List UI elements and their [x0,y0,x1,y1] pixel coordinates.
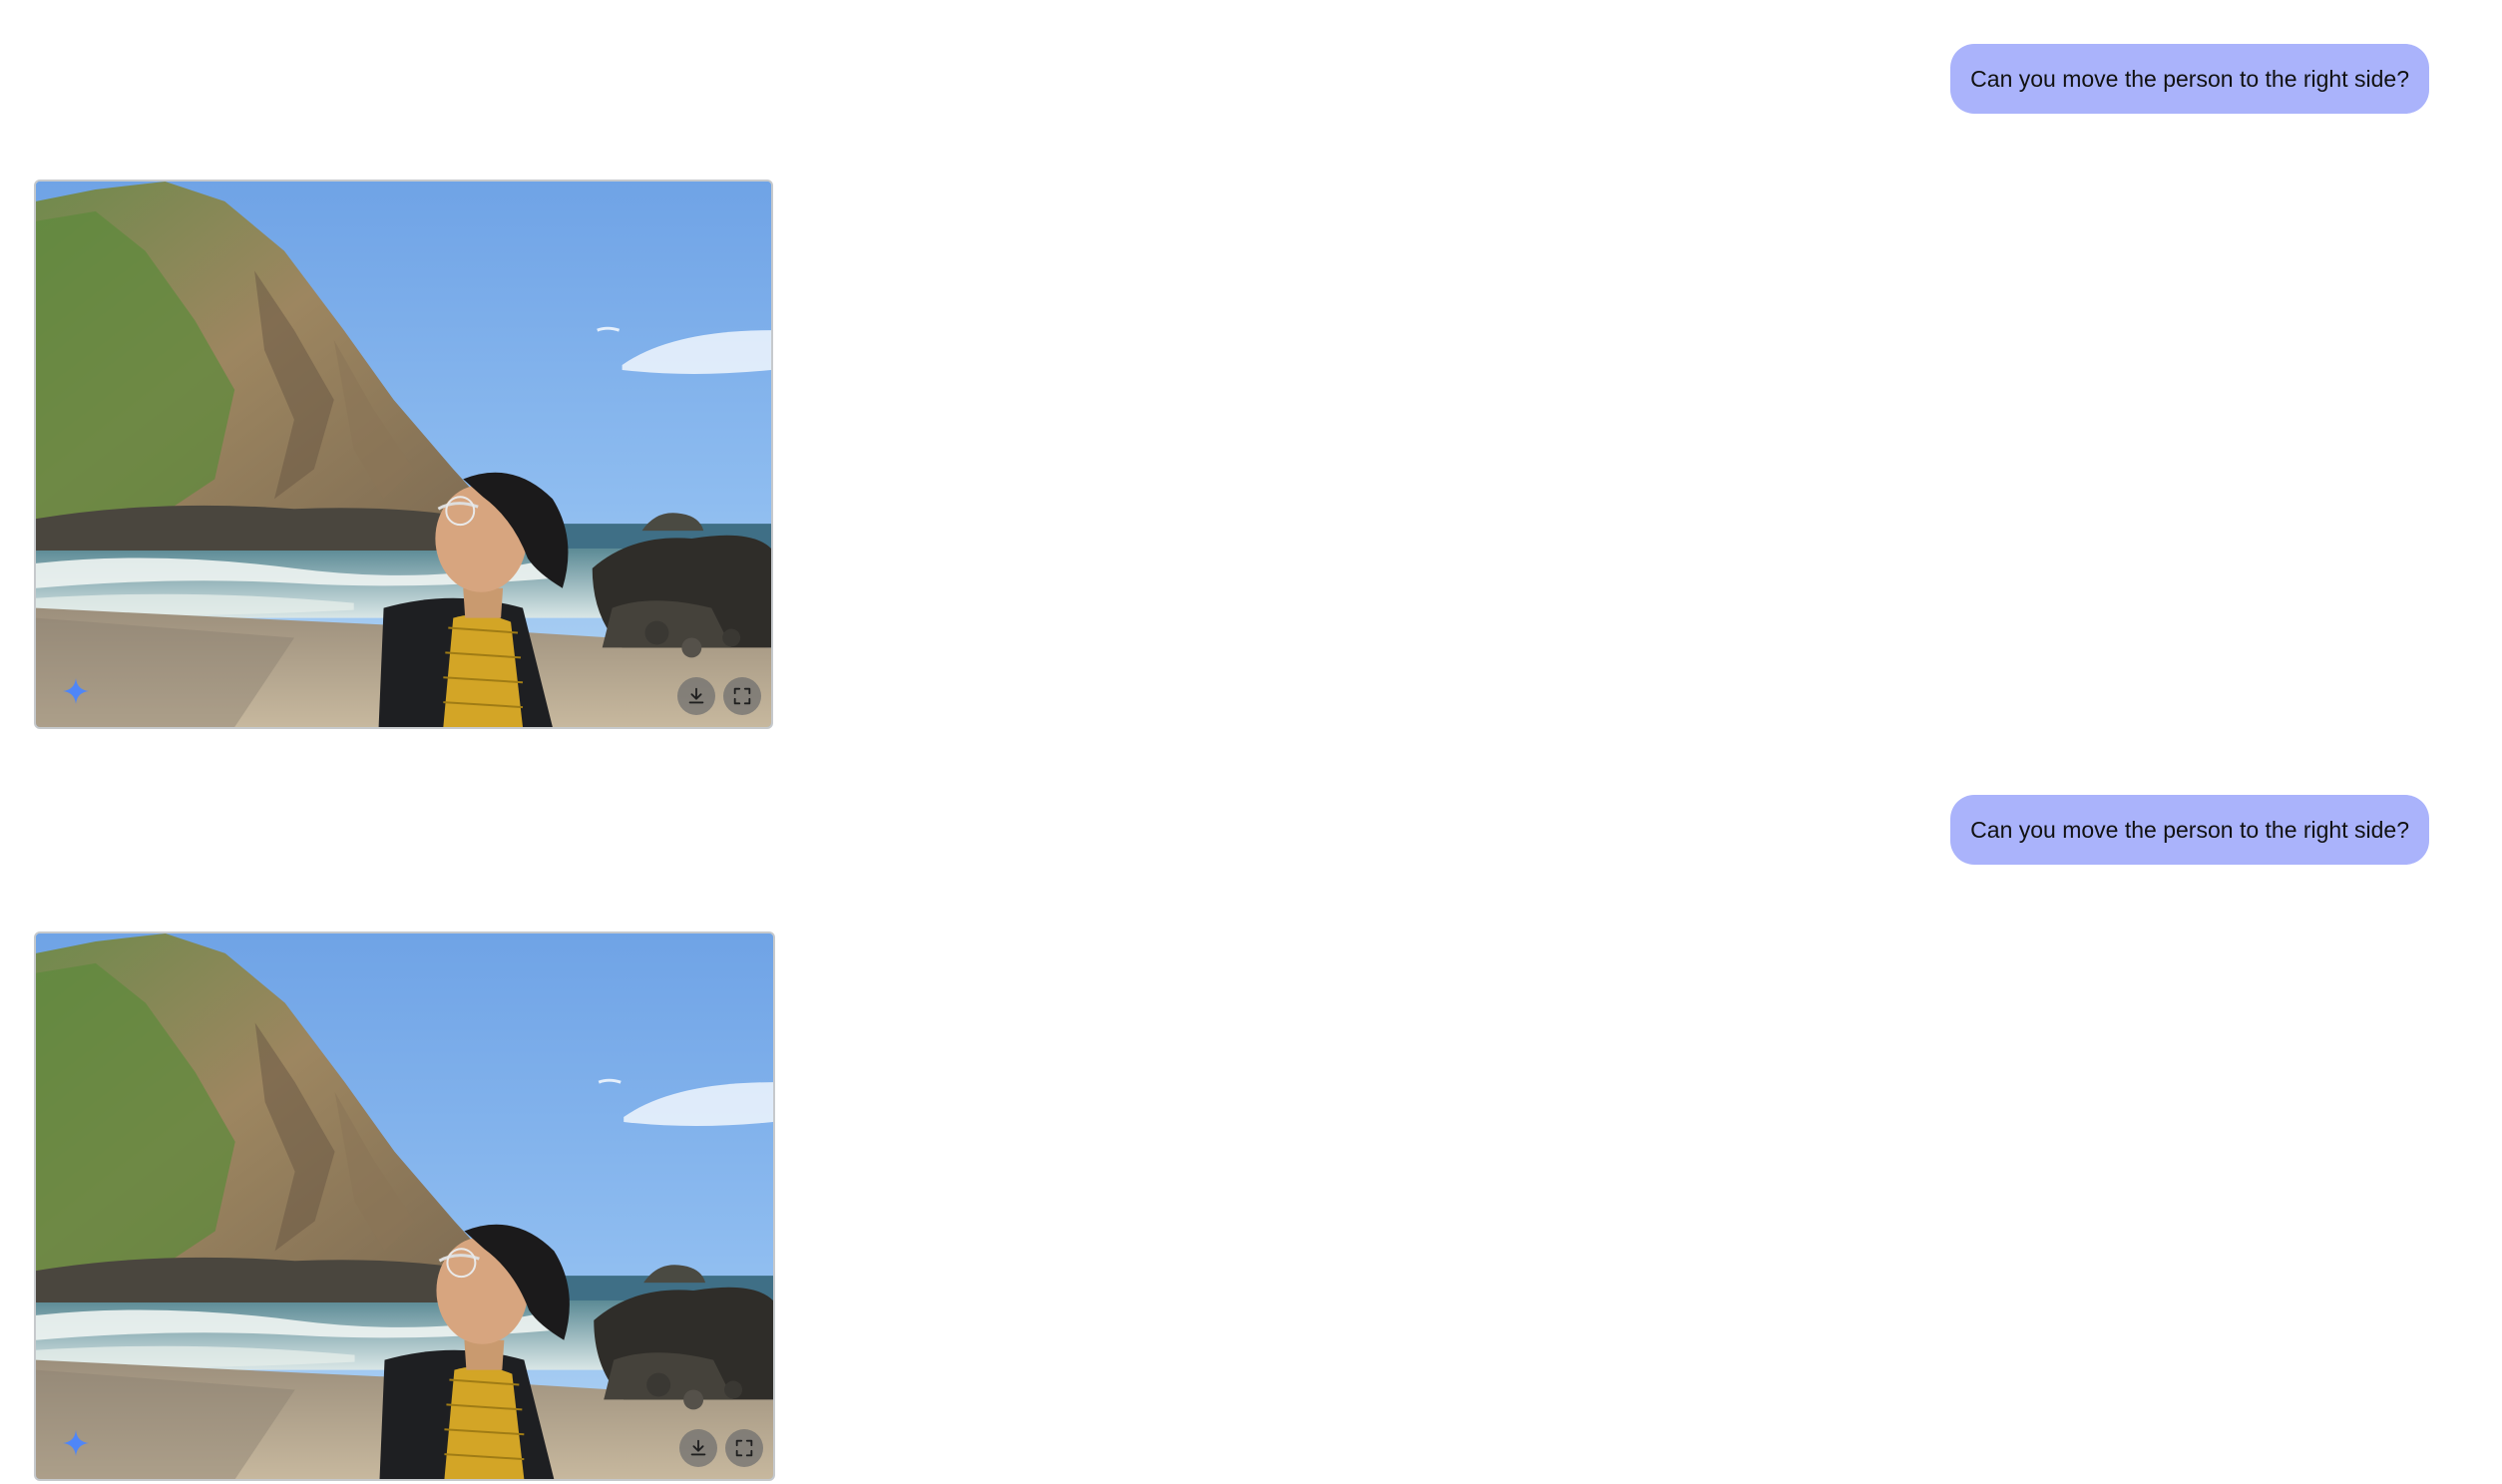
fullscreen-icon [733,687,751,705]
download-icon [688,687,704,704]
generated-beach-image[interactable] [36,933,773,1479]
image-actions [679,1429,763,1467]
download-icon [690,1439,706,1456]
fullscreen-button[interactable] [725,1429,763,1467]
download-button[interactable] [677,677,715,715]
user-message-bubble: Can you move the person to the right sid… [1950,44,2429,114]
sparkle-icon [63,1430,89,1456]
user-message-bubble: Can you move the person to the right sid… [1950,795,2429,865]
generated-image-card[interactable] [34,931,775,1481]
image-actions [677,677,761,715]
chat-page: Can you move the person to the right sid… [0,0,2502,1484]
generated-beach-image[interactable] [36,182,771,727]
fullscreen-button[interactable] [723,677,761,715]
download-button[interactable] [679,1429,717,1467]
fullscreen-icon [735,1439,753,1457]
sparkle-icon [63,678,89,704]
generated-image-card[interactable] [34,180,773,729]
